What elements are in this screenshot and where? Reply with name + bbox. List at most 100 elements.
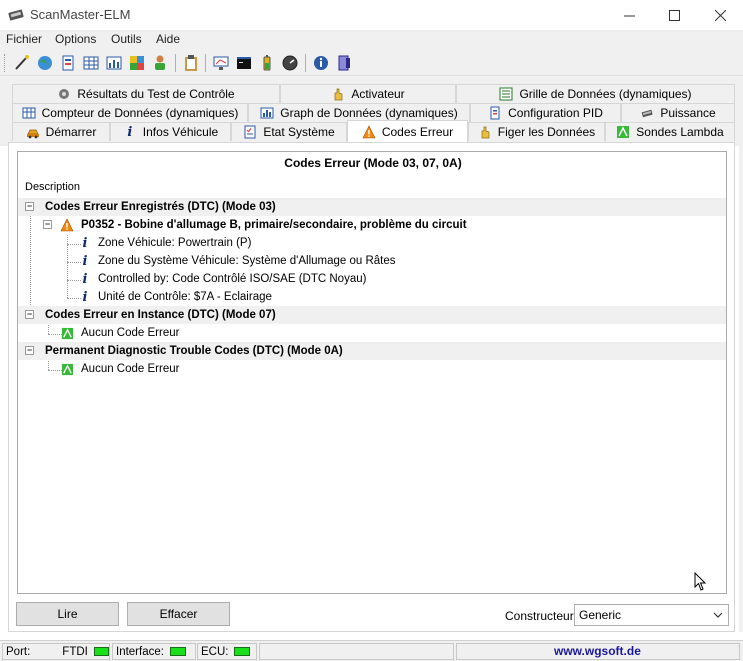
maximize-icon	[668, 9, 680, 21]
window-title: ScanMaster-ELM	[30, 7, 131, 22]
menu-aide[interactable]: Aide	[156, 32, 180, 46]
scanner-app-icon	[8, 9, 24, 21]
info-icon: i	[82, 253, 88, 269]
group-row-mode03[interactable]: − Codes Erreur Enregistrés (DTC) (Mode 0…	[18, 198, 726, 216]
menu-fichier[interactable]: Fichier	[6, 32, 42, 46]
info-icon: i	[127, 124, 133, 140]
tab-configuration-pid[interactable]: Configuration PID	[470, 103, 621, 122]
close-button[interactable]	[697, 0, 743, 30]
user-icon[interactable]	[151, 54, 169, 72]
menu-options[interactable]: Options	[55, 32, 96, 46]
document-icon[interactable]	[59, 54, 77, 72]
dtc-tree-view[interactable]: Codes Erreur (Mode 03, 07, 0A) Descripti…	[17, 151, 727, 594]
toolbar-separator	[305, 54, 306, 72]
toolbar-separator	[205, 54, 206, 72]
info-icon[interactable]	[312, 54, 330, 72]
title-bar: ScanMaster-ELM	[0, 0, 743, 30]
dtc-detail-row[interactable]: i Unité de Contrôle: $7A - Eclairage	[18, 288, 726, 306]
group-row-mode0a[interactable]: − Permanent Diagnostic Trouble Codes (DT…	[18, 342, 726, 360]
dtc-detail-row[interactable]: i Controlled by: Code Contrôlé ISO/SAE (…	[18, 270, 726, 288]
manufacturer-label: Constructeur	[505, 609, 574, 623]
toolbar	[0, 50, 743, 76]
car-icon	[26, 125, 40, 139]
mouse-cursor-icon	[694, 572, 707, 591]
battery-icon[interactable]	[258, 54, 276, 72]
table-icon	[22, 106, 36, 120]
tab-compteur-donnees[interactable]: Compteur de Données (dynamiques)	[12, 103, 248, 122]
collapse-icon[interactable]: −	[25, 202, 34, 211]
collapse-icon[interactable]: −	[25, 346, 34, 355]
hand-icon	[331, 87, 345, 101]
menu-outils[interactable]: Outils	[111, 32, 142, 46]
info-icon: i	[82, 271, 88, 287]
warning-icon	[60, 218, 74, 232]
description-column-header: Description	[25, 181, 81, 193]
status-empty	[259, 643, 454, 660]
clipboard-icon[interactable]	[182, 54, 200, 72]
right-edge	[739, 146, 743, 632]
status-bar: Port: FTDI Interface: ECU: www.wgsoft.de	[0, 640, 743, 661]
tree-header: Codes Erreur (Mode 03, 07, 0A)	[284, 156, 462, 170]
close-icon	[714, 9, 726, 21]
wgsoft-link[interactable]: www.wgsoft.de	[554, 644, 641, 658]
menu-bar: Fichier Options Outils Aide	[0, 30, 743, 50]
dtc-row-p0352[interactable]: − P0352 - Bobine d'allumage B, primaire/…	[18, 216, 726, 234]
manufacturer-select[interactable]: Generic	[574, 604, 729, 626]
wand-icon[interactable]	[13, 54, 31, 72]
interface-status-led	[169, 647, 186, 656]
lambda-icon	[60, 326, 74, 340]
status-interface: Interface:	[112, 643, 196, 660]
toolbar-separator	[175, 54, 176, 72]
list-icon	[499, 87, 513, 101]
tab-infos-vehicule[interactable]: i Infos Véhicule	[110, 122, 231, 141]
lambda-icon	[60, 362, 74, 376]
status-ecu: ECU:	[197, 643, 257, 660]
maximize-button[interactable]	[651, 0, 697, 30]
manufacturer-value: Generic	[579, 608, 622, 622]
clear-button[interactable]: Effacer	[127, 602, 230, 626]
grid-icon[interactable]	[82, 54, 100, 72]
status-port: Port: FTDI	[2, 643, 110, 660]
codes-erreur-panel: Codes Erreur (Mode 03, 07, 0A) Descripti…	[8, 142, 735, 632]
chip-icon	[640, 106, 654, 120]
toolbar-grip	[4, 54, 8, 72]
gear-icon	[57, 87, 71, 101]
tab-figer-donnees[interactable]: Figer les Données	[468, 122, 605, 141]
no-code-row[interactable]: Aucun Code Erreur	[18, 360, 726, 378]
tab-sondes-lambda[interactable]: Sondes Lambda	[605, 122, 735, 141]
graph-icon[interactable]	[105, 54, 123, 72]
tab-activateur[interactable]: Activateur	[280, 84, 456, 103]
collapse-icon[interactable]: −	[25, 310, 34, 319]
hand-icon	[478, 125, 492, 139]
tab-grille-donnees[interactable]: Grille de Données (dynamiques)	[456, 84, 735, 103]
read-button[interactable]: Lire	[16, 602, 119, 626]
port-status-led	[93, 647, 109, 656]
tab-resultats-test[interactable]: Résultats du Test de Contrôle	[12, 84, 280, 103]
minimize-button[interactable]	[606, 0, 652, 30]
checklist-icon	[243, 125, 257, 139]
ecu-status-led	[234, 647, 251, 656]
tab-codes-erreur[interactable]: Codes Erreur	[347, 120, 468, 142]
document-icon	[488, 106, 502, 120]
no-code-row[interactable]: Aucun Code Erreur	[18, 324, 726, 342]
tab-demarrer[interactable]: Démarrer	[12, 122, 110, 141]
info-icon: i	[82, 289, 88, 305]
lambda-icon	[616, 125, 630, 139]
info-icon: i	[82, 235, 88, 251]
collapse-icon[interactable]: −	[43, 220, 52, 229]
warning-icon	[362, 124, 376, 139]
tab-puissance[interactable]: Puissance	[621, 103, 735, 122]
gauge-icon[interactable]	[281, 54, 299, 72]
group-row-mode07[interactable]: − Codes Erreur en Instance (DTC) (Mode 0…	[18, 306, 726, 324]
exit-icon[interactable]	[335, 54, 353, 72]
chart-icon	[260, 106, 274, 120]
terminal-icon[interactable]	[235, 54, 253, 72]
dtc-detail-row[interactable]: i Zone du Système Véhicule: Système d'Al…	[18, 252, 726, 270]
dtc-detail-row[interactable]: i Zone Véhicule: Powertrain (P)	[18, 234, 726, 252]
tab-etat-systeme[interactable]: Etat Système	[231, 122, 347, 141]
globe-icon[interactable]	[36, 54, 54, 72]
monitor-icon[interactable]	[212, 54, 230, 72]
minimize-icon	[623, 15, 635, 16]
chevron-down-icon	[713, 612, 723, 618]
map-icon[interactable]	[128, 54, 146, 72]
